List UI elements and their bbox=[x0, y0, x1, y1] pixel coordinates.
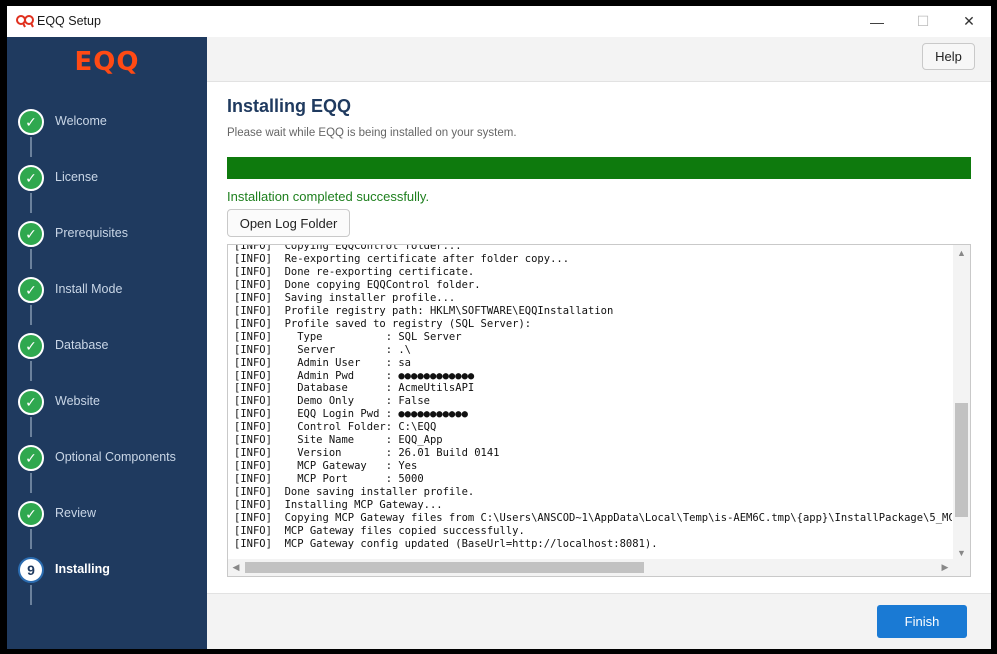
step-label: License bbox=[55, 170, 99, 184]
status-message: Installation completed successfully. bbox=[227, 189, 430, 204]
log-line: [INFO] Server : .\ bbox=[234, 343, 412, 356]
step-connector bbox=[30, 417, 32, 437]
check-icon: ✓ bbox=[18, 165, 44, 191]
check-icon: ✓ bbox=[18, 389, 44, 415]
log-line: [INFO] Re-exporting certificate after fo… bbox=[234, 252, 570, 265]
log-line: [INFO] Copying EQQControl folder... bbox=[234, 244, 462, 252]
progress-bar bbox=[227, 157, 971, 179]
help-button[interactable]: Help bbox=[922, 43, 975, 70]
log-line: [INFO] Profile registry path: HKLM\SOFTW… bbox=[234, 304, 614, 317]
log-line: [INFO] Profile saved to registry (SQL Se… bbox=[234, 317, 532, 330]
scroll-right-icon[interactable]: ▶ bbox=[937, 559, 953, 576]
finish-button[interactable]: Finish bbox=[877, 605, 967, 638]
step-label: Optional Components bbox=[55, 450, 176, 464]
log-line: [INFO] Installing MCP Gateway... bbox=[234, 499, 443, 512]
content-header: Help bbox=[207, 37, 991, 82]
step-label: Installing bbox=[55, 562, 110, 576]
step-connector bbox=[30, 193, 32, 213]
step-connector bbox=[30, 585, 32, 605]
scroll-left-icon[interactable]: ◀ bbox=[228, 559, 244, 576]
log-line: [INFO] Database : AcmeUtilsAPI bbox=[234, 382, 475, 395]
step-connector bbox=[30, 137, 32, 157]
check-icon: ✓ bbox=[18, 445, 44, 471]
step-label: Prerequisites bbox=[55, 226, 128, 240]
horizontal-scrollbar[interactable]: ◀ ▶ bbox=[228, 559, 970, 576]
check-icon: ✓ bbox=[18, 277, 44, 303]
step-connector bbox=[30, 473, 32, 493]
step-connector bbox=[30, 249, 32, 269]
log-line: [INFO] Version : 26.01 Build 0141 bbox=[234, 447, 500, 460]
sidebar: EQQ ✓ Welcome ✓ License ✓ Prerequisites ✓ Insta… bbox=[7, 37, 207, 649]
check-icon: ✓ bbox=[18, 333, 44, 359]
brand-logo: EQQ bbox=[74, 47, 140, 77]
log-line: [INFO] MCP Gateway files copied successf… bbox=[234, 524, 525, 537]
check-icon: ✓ bbox=[18, 109, 44, 135]
log-text-area[interactable]: [INFO] Copying EQQControl folder... [INFO… bbox=[234, 244, 952, 558]
window-title: EQQ Setup bbox=[37, 14, 101, 28]
step-connector bbox=[30, 305, 32, 325]
step-label: Welcome bbox=[55, 114, 107, 128]
horizontal-scroll-thumb[interactable] bbox=[245, 562, 644, 573]
app-logo-icon bbox=[16, 15, 34, 28]
step-label: Install Mode bbox=[55, 282, 123, 296]
step-label: Database bbox=[55, 338, 109, 352]
progress-fill bbox=[227, 157, 971, 179]
log-line: [INFO] Copying MCP Gateway files from C:… bbox=[234, 512, 952, 525]
log-line: [INFO] Type : SQL Server bbox=[234, 330, 462, 343]
open-log-folder-button[interactable]: Open Log Folder bbox=[227, 209, 350, 237]
vertical-scroll-thumb[interactable] bbox=[955, 403, 968, 517]
log-line: [INFO] Done saving installer profile. bbox=[234, 486, 475, 499]
log-output[interactable]: [INFO] Copying EQQControl folder... [INFO… bbox=[227, 244, 971, 577]
log-line: [INFO] Admin User : sa bbox=[234, 356, 412, 369]
page-subtitle: Please wait while EQQ is being installed… bbox=[227, 127, 517, 139]
log-line: [INFO] Done re-exporting certificate. bbox=[234, 265, 475, 278]
check-icon: ✓ bbox=[18, 221, 44, 247]
step-connector bbox=[30, 361, 32, 381]
log-line: [INFO] EQQ Login Pwd : ●●●●●●●●●●● bbox=[234, 408, 468, 421]
log-line: [INFO] MCP Gateway config updated (BaseU… bbox=[234, 537, 658, 550]
maximize-button[interactable]: ☐ bbox=[900, 6, 946, 37]
setup-window: EQQ Setup — ☐ ✕ EQQ ✓ Welcome ✓ License ✓ Pre… bbox=[7, 6, 991, 649]
step-label: Website bbox=[55, 394, 100, 408]
log-line: [INFO] MCP Gateway : Yes bbox=[234, 460, 418, 473]
log-line: [INFO] Done copying EQQControl folder. bbox=[234, 278, 481, 291]
log-line: [INFO] MCP Port : 5000 bbox=[234, 473, 424, 486]
log-line: [INFO] Control Folder: C:\EQQ bbox=[234, 421, 437, 434]
page-title: Installing EQQ bbox=[227, 96, 352, 116]
log-line: [INFO] Admin Pwd : ●●●●●●●●●●●● bbox=[234, 369, 475, 382]
vertical-scrollbar[interactable]: ▲ ▼ bbox=[953, 245, 970, 561]
log-line: [INFO] Saving installer profile... bbox=[234, 291, 456, 304]
title-bar: EQQ Setup — ☐ ✕ bbox=[7, 6, 991, 37]
footer: Finish bbox=[207, 593, 991, 649]
scroll-up-icon[interactable]: ▲ bbox=[953, 245, 970, 261]
log-line: [INFO] Demo Only : False bbox=[234, 395, 430, 408]
step-connector bbox=[30, 529, 32, 549]
check-icon: ✓ bbox=[18, 501, 44, 527]
log-line: [INFO] Site Name : EQQ_App bbox=[234, 434, 443, 447]
step-number-badge: 9 bbox=[18, 557, 44, 583]
minimize-button[interactable]: — bbox=[854, 6, 900, 37]
close-button[interactable]: ✕ bbox=[946, 6, 991, 37]
step-label: Review bbox=[55, 506, 96, 520]
